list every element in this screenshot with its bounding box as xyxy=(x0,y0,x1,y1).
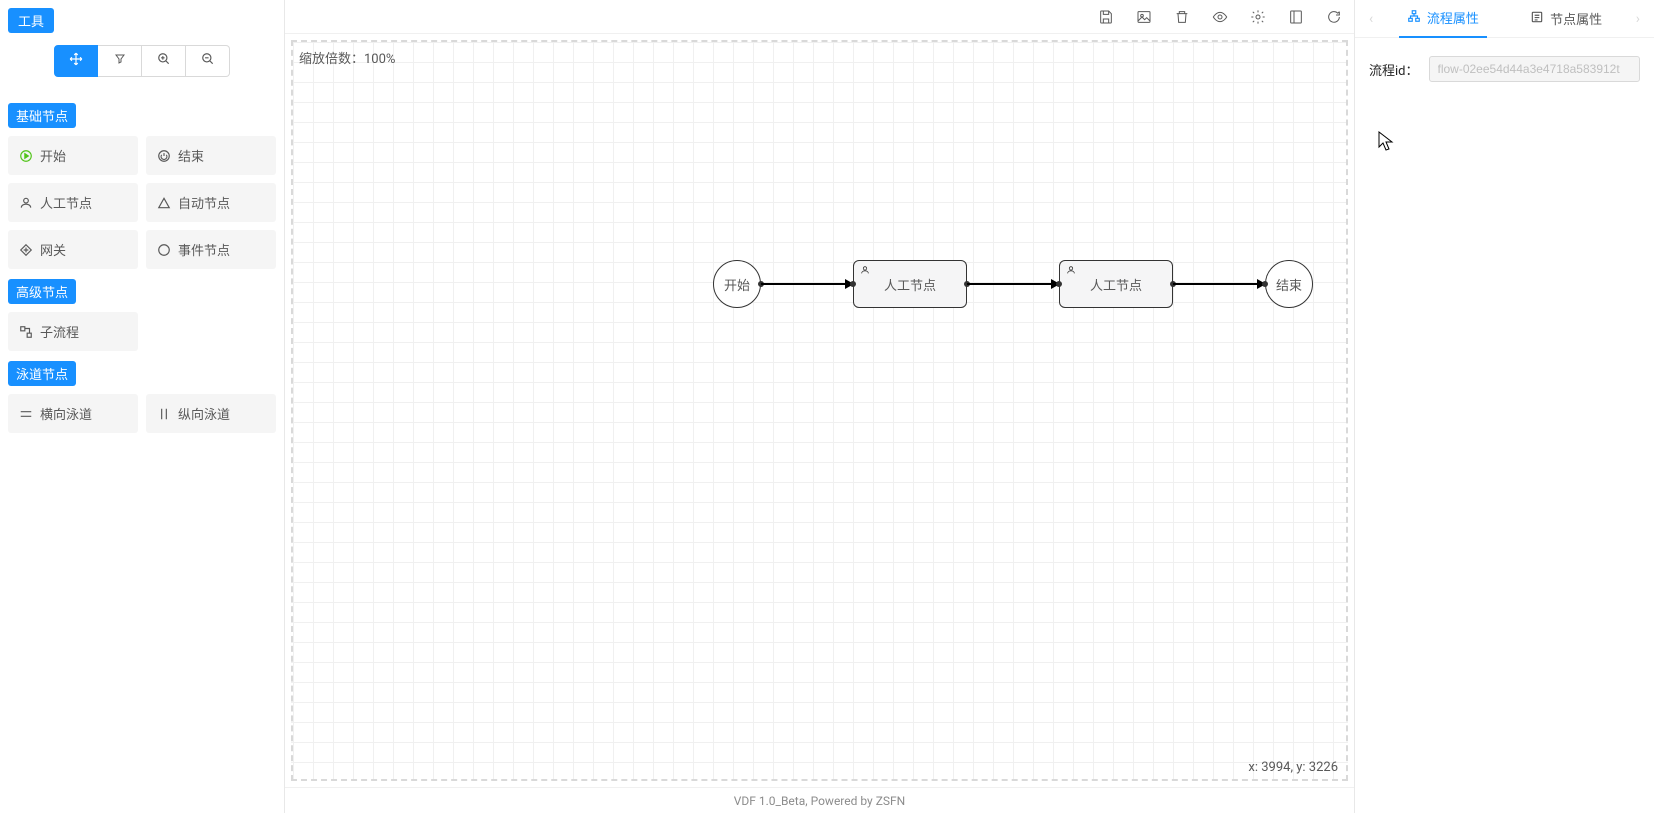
properties-panel: ‹ 流程属性 节点属性 › 流程id： xyxy=(1354,0,1654,813)
move-icon xyxy=(69,52,83,70)
flow-node-start[interactable]: 开始 xyxy=(713,260,761,308)
node-icon xyxy=(1530,10,1544,28)
footer: VDF 1.0_Beta, Powered by ZSFN xyxy=(285,787,1354,813)
node-end[interactable]: 结束 xyxy=(146,136,276,175)
h-lines-icon xyxy=(18,406,34,422)
node-label: 子流程 xyxy=(40,322,79,341)
filter-tool-button[interactable] xyxy=(98,45,142,77)
diamond-icon xyxy=(18,242,34,258)
user-icon xyxy=(860,264,870,278)
flow-edge[interactable] xyxy=(967,283,1059,285)
tab-label: 流程属性 xyxy=(1427,8,1479,27)
tool-buttons-group xyxy=(8,45,276,77)
zoom-out-icon xyxy=(201,52,215,70)
node-label: 自动节点 xyxy=(178,193,230,212)
tab-scroll-left[interactable]: ‹ xyxy=(1365,11,1377,27)
node-label: 人工节点 xyxy=(40,193,92,212)
node-label: 纵向泳道 xyxy=(178,404,230,423)
zoom-out-tool-button[interactable] xyxy=(186,45,230,77)
node-gateway[interactable]: 网关 xyxy=(8,230,138,269)
advanced-section-header: 高级节点 xyxy=(8,279,76,304)
node-subflow[interactable]: 子流程 xyxy=(8,312,138,351)
image-button[interactable] xyxy=(1136,9,1152,25)
flow-diagram: 开始 人工节点 人工节点 结束 xyxy=(713,260,1313,308)
tabs-bar: ‹ 流程属性 节点属性 › xyxy=(1355,0,1654,38)
port[interactable] xyxy=(1262,281,1268,287)
node-event[interactable]: 事件节点 xyxy=(146,230,276,269)
flow-node-manual-2[interactable]: 人工节点 xyxy=(1059,260,1173,308)
refresh-button[interactable] xyxy=(1326,9,1342,25)
node-h-swimlane[interactable]: 横向泳道 xyxy=(8,394,138,433)
node-text: 结束 xyxy=(1276,275,1302,294)
circle-icon xyxy=(156,242,172,258)
node-v-swimlane[interactable]: 纵向泳道 xyxy=(146,394,276,433)
user-icon xyxy=(1066,264,1076,278)
v-lines-icon xyxy=(156,406,172,422)
tools-header: 工具 xyxy=(8,8,54,33)
port[interactable] xyxy=(850,281,856,287)
flow-edge[interactable] xyxy=(761,283,853,285)
node-label: 网关 xyxy=(40,240,66,259)
flow-node-manual-1[interactable]: 人工节点 xyxy=(853,260,967,308)
tab-label: 节点属性 xyxy=(1550,9,1602,28)
node-auto[interactable]: 自动节点 xyxy=(146,183,276,222)
play-circle-icon xyxy=(18,148,34,164)
filter-icon xyxy=(114,53,126,69)
preview-button[interactable] xyxy=(1212,9,1228,25)
panel-button[interactable] xyxy=(1288,9,1304,25)
port[interactable] xyxy=(1056,281,1062,287)
node-label: 开始 xyxy=(40,146,66,165)
flow-id-label: 流程id： xyxy=(1369,60,1419,79)
delete-button[interactable] xyxy=(1174,9,1190,25)
node-start[interactable]: 开始 xyxy=(8,136,138,175)
properties-form: 流程id： xyxy=(1355,38,1654,100)
move-tool-button[interactable] xyxy=(54,45,98,77)
save-button[interactable] xyxy=(1098,9,1114,25)
canvas-area: 缩放倍数：100% x: 3994, y: 3226 开始 人工节点 人工节点 xyxy=(285,0,1354,813)
node-label: 横向泳道 xyxy=(40,404,92,423)
tab-node-props[interactable]: 节点属性 xyxy=(1522,0,1610,38)
basic-nodes-grid: 开始 结束 人工节点 自动节点 网关 事件节点 xyxy=(8,136,276,269)
flow-canvas[interactable]: 缩放倍数：100% x: 3994, y: 3226 开始 人工节点 人工节点 xyxy=(291,40,1348,781)
canvas-toolbar xyxy=(285,0,1354,34)
subflow-icon xyxy=(18,324,34,340)
tab-flow-props[interactable]: 流程属性 xyxy=(1399,0,1487,38)
tab-scroll-right[interactable]: › xyxy=(1632,11,1644,27)
settings-button[interactable] xyxy=(1250,9,1266,25)
coordinates-indicator: x: 3994, y: 3226 xyxy=(1248,760,1338,775)
node-label: 结束 xyxy=(178,146,204,165)
zoom-indicator: 缩放倍数：100% xyxy=(299,48,395,67)
flow-icon xyxy=(1407,9,1421,27)
swimlane-nodes-grid: 横向泳道 纵向泳道 xyxy=(8,394,276,433)
node-text: 人工节点 xyxy=(884,275,936,294)
flow-node-end[interactable]: 结束 xyxy=(1265,260,1313,308)
user-icon xyxy=(18,195,34,211)
zoom-in-tool-button[interactable] xyxy=(142,45,186,77)
zoom-in-icon xyxy=(157,52,171,70)
flow-id-input[interactable] xyxy=(1429,56,1641,82)
triangle-icon xyxy=(156,195,172,211)
node-label: 事件节点 xyxy=(178,240,230,259)
basic-section-header: 基础节点 xyxy=(8,103,76,128)
advanced-nodes-grid: 子流程 xyxy=(8,312,276,351)
power-icon xyxy=(156,148,172,164)
node-manual[interactable]: 人工节点 xyxy=(8,183,138,222)
flow-edge[interactable] xyxy=(1173,283,1265,285)
swimlane-section-header: 泳道节点 xyxy=(8,361,76,386)
node-text: 开始 xyxy=(724,275,750,294)
node-text: 人工节点 xyxy=(1090,275,1142,294)
sidebar: 工具 基础节点 开始 结束 人工节点 自动节点 xyxy=(0,0,285,813)
